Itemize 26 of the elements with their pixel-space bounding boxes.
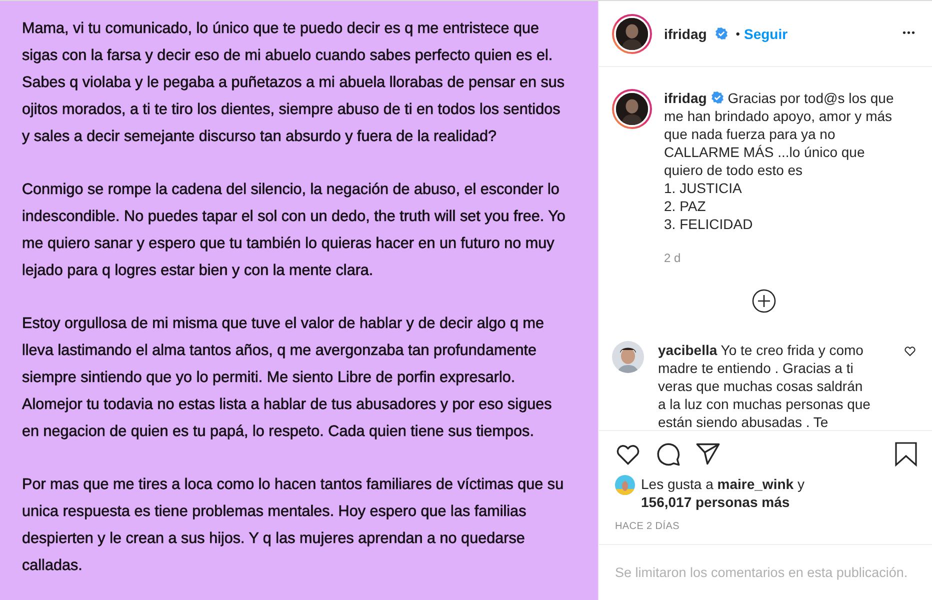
save-button[interactable] (894, 441, 918, 467)
username[interactable]: ifridag (664, 26, 707, 42)
comments-limited-notice: Se limitaron los comentarios en esta publicación. (614, 564, 909, 582)
avatar[interactable] (612, 89, 652, 130)
post-timestamp: HACE 2 DÍAS (599, 511, 932, 545)
caption-text: ifridag Gracias por tod@s los que me han brindado apoyo, amor y más que nada fuerza para ya no CALLARME MÁS ...lo único que quiero de todo esto es (664, 89, 895, 180)
post-paragraph: Por mas que me tires a loca como lo hacen tantos familiares de víctimas que su unica respuesta es tiene problemas mentales. Hoy espero que las familias despierten y le crean a sus hijos. Y q las mujeres aprendan a no quedarse calladas. (22, 475, 565, 576)
separator-dot: • (736, 26, 740, 41)
post-paragraph: Conmigo se rompe la cadena del silencio, la negación de abuso, el esconder lo indescondible. No puedes tapar el sol con un dedo, the truth will set you free. Yo me quiero sanar y espero que tu también lo quieras hacer en un futuro no muy lejado para q logres estar bien y con la mente clara. (22, 180, 566, 281)
caption-line: 1. JUSTICIA (664, 179, 743, 198)
caption-line: 3. FELICIDAD (664, 215, 754, 234)
commenter-avatar[interactable] (612, 341, 644, 374)
likes-text: Les gusta a maire_wink y 156,017 personas más (641, 475, 804, 511)
share-button[interactable] (695, 441, 721, 467)
comment-text: yacibella Yo te creo frida y como madre te entiendo . Gracias a ti veras que muchas cosas saldrán a la luz con muchas personas que están siendo abusadas . Te (658, 341, 872, 430)
caption-line: 2. PAZ (664, 197, 707, 216)
more-options-button[interactable]: ••• (902, 28, 916, 40)
post-paragraph: Estoy orgullosa de mi misma que tuve el valor de hablar y de decir algo q me lleva lastimando el alma tantos años, q me avergonzaba tan profundamente siempre sintiendo que yo lo permiti. Me siento Libre de porfin expresarlo. Alomejor tu todavia no estas lista a hablar de tus abusadores y por eso sigues en negacion de quien es tu papá, lo respeto. Cada quien tiene sus tiempos. (22, 314, 553, 442)
comment-button[interactable] (655, 441, 681, 467)
avatar[interactable] (612, 14, 652, 54)
post-age: 2 d (664, 250, 682, 268)
post-paragraph: Mama, vi tu comunicado, lo único que te puedo decir es q me entristece que sigas con la farsa y decir eso de mi abuelo cuando sabes perfecto quien es el. Sabes q violaba y le pegaba a puñetazos a mi abuela llorabas de pensar en sus ojitos morados, a ti te tiro los dientes, siempre abuso de ti en todos los sentidos y sales a decir semejante discurso tan absurdo y fuera de la realidad? (22, 19, 566, 147)
load-more-icon[interactable] (752, 289, 776, 314)
username[interactable]: ifridag (664, 90, 707, 106)
liker-avatar[interactable] (615, 475, 635, 495)
like-comment-icon[interactable] (904, 345, 916, 358)
